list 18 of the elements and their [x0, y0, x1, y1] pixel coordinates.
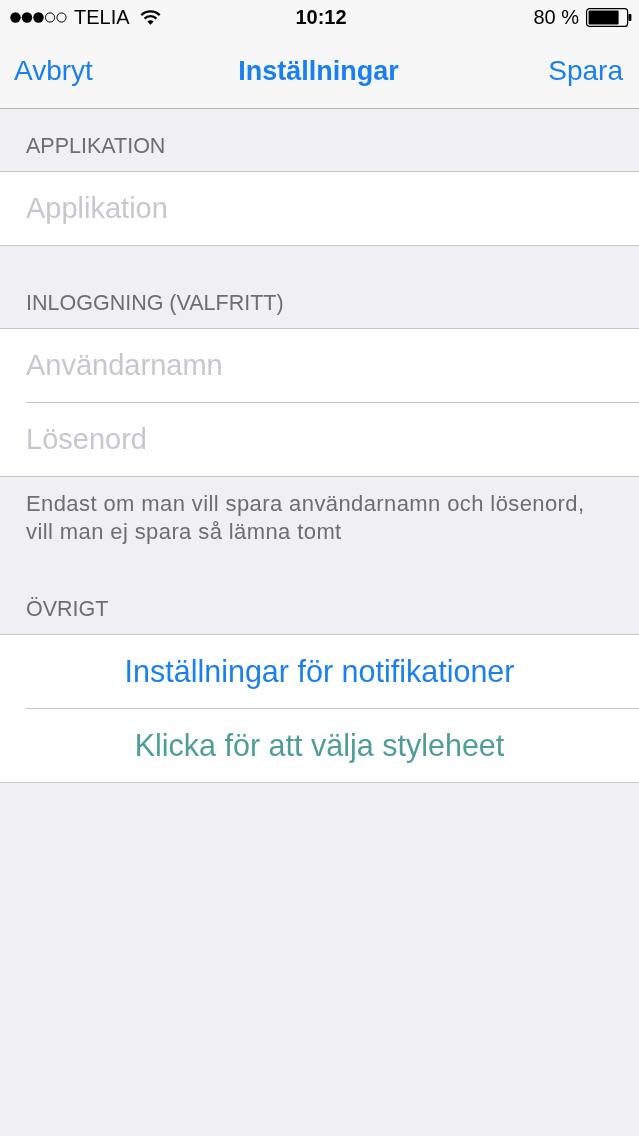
save-button[interactable]: Spara — [548, 55, 623, 87]
text-field[interactable]: Användarnamn — [0, 329, 639, 402]
section-footer-text: Endast om man vill spara användarnamn och lösenord, vill man ej spara så lämna tomt — [25, 490, 586, 546]
section-header: INLOGGNING (VALFRITT) — [25, 290, 285, 317]
signal-strength-icon — [10, 11, 67, 23]
list-action-button[interactable]: Klicka för att välja styleheet — [0, 709, 639, 782]
list-action-button[interactable]: Inställningar för notifikationer — [0, 635, 639, 708]
text-field[interactable]: Applikation — [0, 172, 639, 245]
carrier-name: TELIA — [74, 5, 130, 29]
battery-percentage: 80 % — [533, 5, 579, 29]
section-header: ÖVRIGT — [25, 596, 110, 623]
status-time: 10:12 — [295, 5, 347, 29]
wifi-icon — [139, 9, 161, 25]
section-header: APPLIKATION — [25, 133, 167, 160]
nav-title: Inställningar — [238, 55, 399, 87]
text-field[interactable]: Lösenord — [0, 403, 639, 476]
cancel-button[interactable]: Avbryt — [14, 55, 93, 87]
battery-icon — [586, 7, 632, 27]
